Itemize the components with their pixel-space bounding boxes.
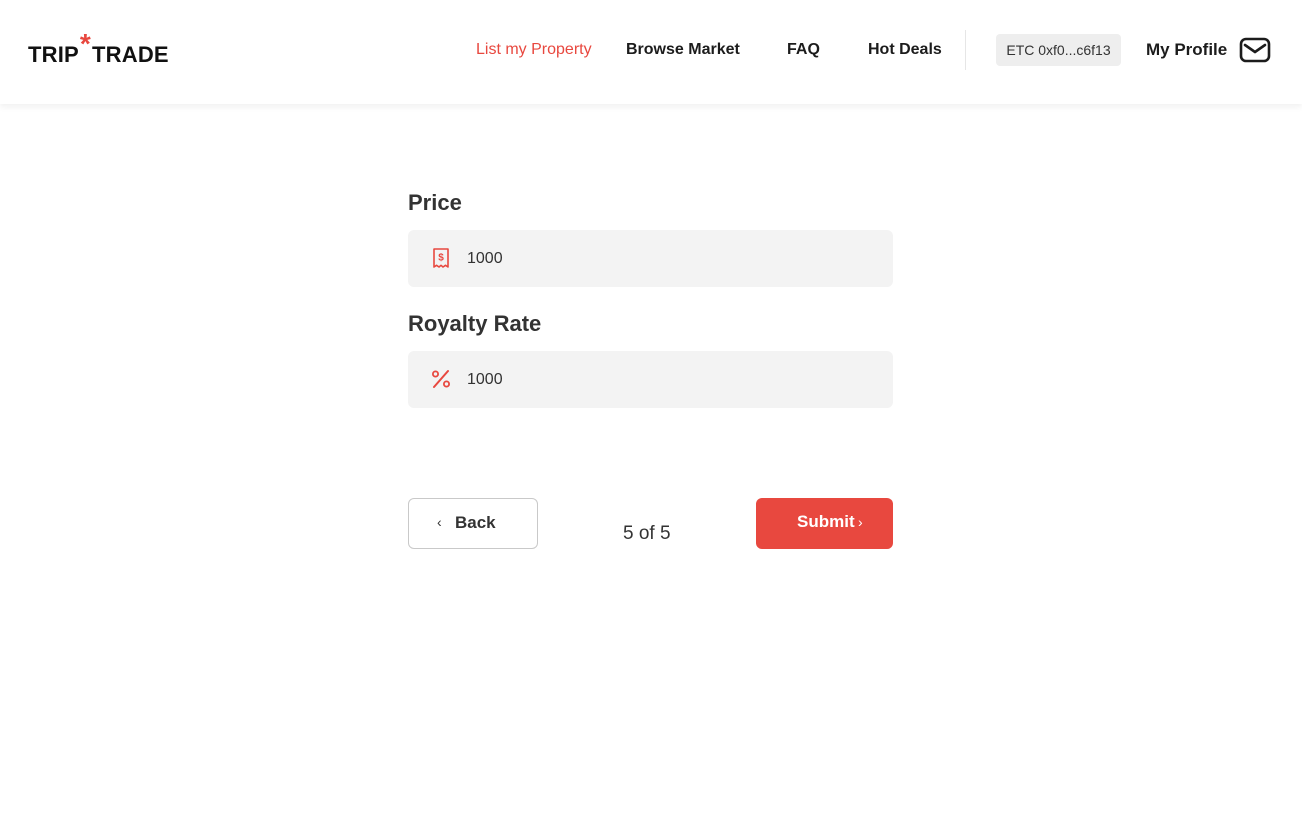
royalty-rate-field[interactable] (408, 351, 893, 408)
mail-icon[interactable] (1238, 34, 1272, 66)
royalty-rate-label: Royalty Rate (408, 311, 542, 336)
royalty-rate-input[interactable] (467, 351, 877, 408)
svg-text:$: $ (438, 253, 444, 264)
step-indicator: 5 of 5 (623, 523, 671, 544)
price-label: Price (408, 190, 462, 215)
logo-star: * (79, 28, 92, 59)
top-navbar: TRIP * TRADE List my Property Browse Mar… (0, 0, 1302, 104)
nav-list-my-property[interactable]: List my Property (476, 38, 592, 62)
nav-hot-deals[interactable]: Hot Deals (868, 38, 942, 62)
nav-divider (965, 30, 966, 70)
receipt-dollar-icon: $ (433, 248, 449, 268)
submit-button[interactable]: Submit › (756, 498, 893, 549)
logo-text-right: TRADE (92, 42, 169, 67)
chevron-left-icon: ‹ (437, 514, 442, 530)
chevron-right-icon: › (858, 514, 863, 530)
my-profile-link[interactable]: My Profile (1146, 38, 1227, 62)
back-button-label: Back (455, 513, 496, 532)
logo-text-left: TRIP (28, 42, 79, 67)
price-field[interactable]: $ (408, 230, 893, 287)
nav-faq[interactable]: FAQ (787, 38, 820, 62)
trip-trade-logo[interactable]: TRIP * TRADE (28, 28, 169, 68)
nav-browse-market[interactable]: Browse Market (626, 38, 740, 62)
back-button[interactable]: ‹ Back (408, 498, 538, 549)
percent-icon (432, 370, 450, 388)
wallet-address-badge[interactable]: ETC 0xf0...c6f13 (996, 34, 1121, 66)
submit-button-label: Submit (797, 512, 855, 531)
price-input[interactable] (467, 230, 877, 287)
